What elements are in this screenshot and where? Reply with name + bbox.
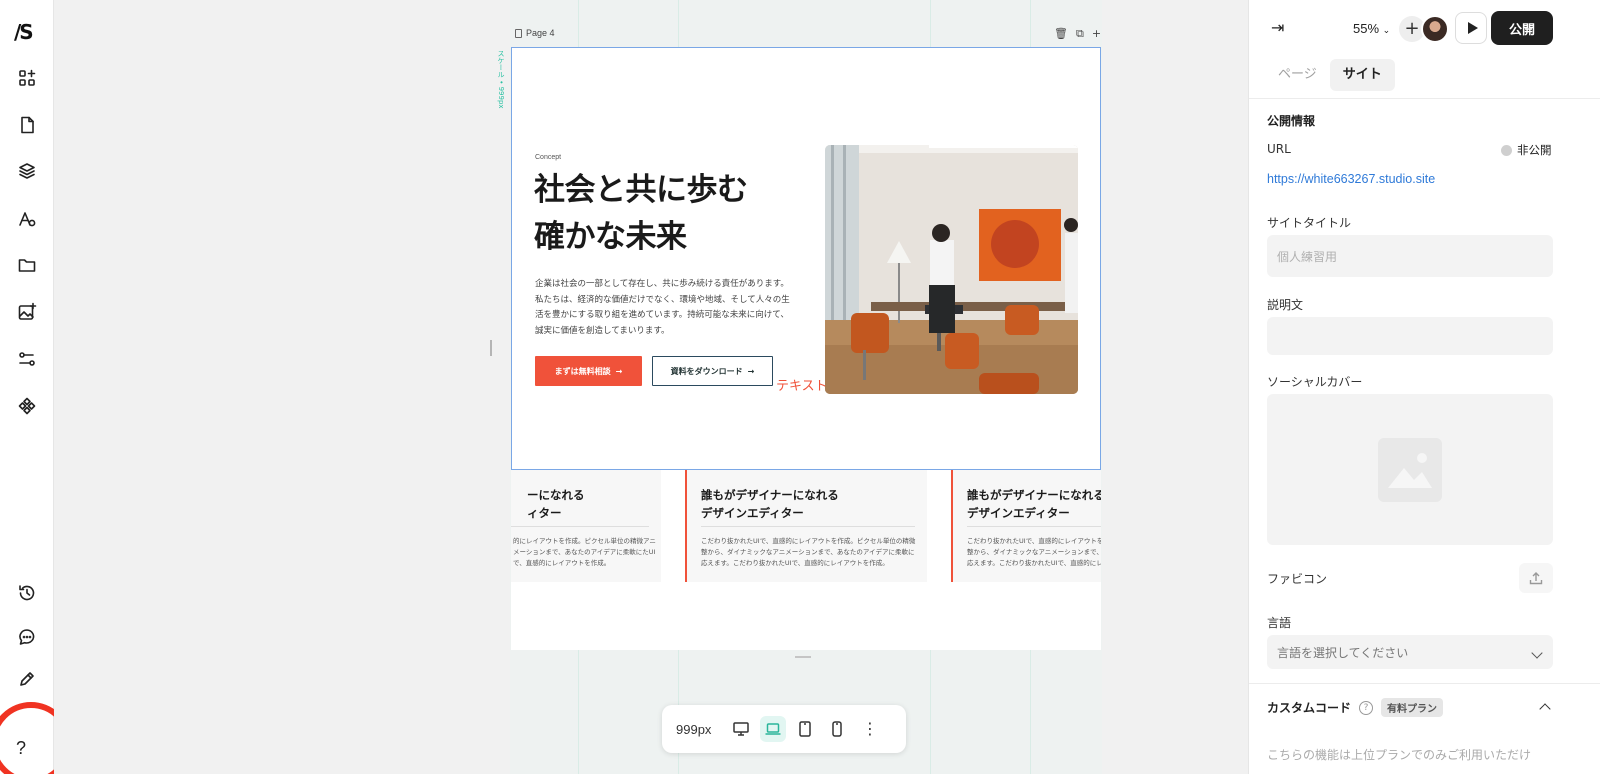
history-icon[interactable] xyxy=(15,581,39,605)
favicon-upload-button[interactable] xyxy=(1519,563,1553,593)
feature-cards-section[interactable]: ーになれる ィター 的にレイアウトを作成。ピクセル単位の精微アニメーションまで、… xyxy=(511,470,1101,582)
duplicate-icon[interactable]: ⧉ xyxy=(1076,27,1084,41)
floating-text-element[interactable]: テキスト xyxy=(776,375,828,394)
page-preview[interactable]: Concept 社会と共に歩む 確かな未来 企業は社会の一部として存在し、共に歩… xyxy=(511,47,1101,650)
feature-card[interactable]: 誰もがデザイナーになれる デザインエディター こだわり抜かれたUIで、直感的にレ… xyxy=(951,470,1101,582)
description-input[interactable] xyxy=(1267,317,1553,355)
zoom-select[interactable]: 55% ⌄ xyxy=(1353,21,1390,36)
width-display[interactable]: 999px xyxy=(676,722,722,737)
arrow-right-icon: → xyxy=(615,366,623,376)
left-sidebar: /S ? xyxy=(0,0,54,774)
hero-title[interactable]: 社会と共に歩む 確かな未来 xyxy=(534,167,794,261)
site-title-label: サイトタイトル xyxy=(1267,216,1352,230)
image-placeholder-icon xyxy=(1378,437,1442,502)
add-image-icon[interactable] xyxy=(15,300,39,324)
tab-site[interactable]: サイト xyxy=(1329,59,1395,91)
social-cover-label: ソーシャルカバー xyxy=(1267,375,1363,389)
mobile-icon[interactable] xyxy=(824,716,850,742)
breakpoint-toolbar: 999px ⋮ xyxy=(662,705,906,753)
hero-body-text[interactable]: 企業は社会の一部として存在し、共に歩み続ける責任があります。私たちは、経済的な価… xyxy=(535,277,795,339)
favicon-label: ファビコン xyxy=(1267,572,1328,586)
help-button[interactable]: ? xyxy=(16,738,26,759)
chevron-up-icon[interactable] xyxy=(1539,703,1551,715)
help-icon[interactable]: ? xyxy=(1359,700,1374,715)
publish-status: 非公開 xyxy=(1501,142,1552,158)
tablet-icon[interactable] xyxy=(792,716,818,742)
play-icon xyxy=(1467,22,1478,34)
arrow-right-icon: → xyxy=(747,366,755,376)
studio-logo[interactable]: /S xyxy=(14,20,40,44)
feature-card[interactable]: ーになれる ィター 的にレイアウトを作成。ピクセル単位の精微アニメーションまで、… xyxy=(511,470,661,582)
page-icon[interactable] xyxy=(15,113,39,137)
tab-page[interactable]: ページ xyxy=(1265,59,1330,91)
publish-button[interactable]: 公開 xyxy=(1491,11,1553,45)
status-dot-icon xyxy=(1501,144,1512,156)
description-label: 説明文 xyxy=(1267,298,1304,312)
scale-indicator: スケール • 999px xyxy=(497,50,505,109)
avatar[interactable] xyxy=(1421,15,1449,43)
upload-icon xyxy=(1529,572,1543,585)
pencil-icon[interactable] xyxy=(15,667,39,691)
preview-button[interactable] xyxy=(1455,12,1487,44)
layers-icon[interactable] xyxy=(15,159,39,183)
top-toolbar: ⇥ 55% ⌄ + 公開 xyxy=(1249,0,1600,56)
laptop-icon[interactable] xyxy=(760,716,786,742)
hero-eyebrow[interactable]: Concept xyxy=(535,154,561,161)
font-style-icon[interactable] xyxy=(15,207,39,231)
right-settings-panel: ⇥ 55% ⌄ + 公開 ページ サイト 公開情報 URL 非公開 https:… xyxy=(1248,0,1600,774)
hero-office-photo[interactable] xyxy=(825,145,1078,394)
page-tools: 🗑 ⧉ + xyxy=(1054,27,1101,41)
language-label: 言語 xyxy=(1267,616,1292,630)
components-icon[interactable] xyxy=(15,394,39,418)
add-section-icon[interactable] xyxy=(15,66,39,90)
paid-plan-badge: 有料プラン xyxy=(1381,698,1444,717)
resize-handle-bottom[interactable] xyxy=(795,656,811,658)
url-label: URL xyxy=(1267,142,1291,156)
chevron-down-icon xyxy=(1531,647,1543,659)
page-name-label[interactable]: Page 4 xyxy=(515,28,555,38)
comment-icon[interactable] xyxy=(15,625,39,649)
panel-tabs: ページ サイト xyxy=(1265,59,1395,91)
language-select[interactable]: 言語を選択してください xyxy=(1267,635,1553,669)
site-url-link[interactable]: https://white663267.studio.site xyxy=(1267,172,1435,186)
custom-code-note: こちらの機能は上位プランでのみご利用いただけ xyxy=(1267,748,1532,762)
download-materials-button[interactable]: 資料をダウンロード → xyxy=(652,356,773,386)
folder-icon[interactable] xyxy=(15,253,39,277)
cms-icon[interactable] xyxy=(15,347,39,371)
publish-info-heading: 公開情報 xyxy=(1267,114,1316,128)
chevron-down-icon: ⌄ xyxy=(1382,25,1391,35)
editor-canvas[interactable]: Page 4 🗑 ⧉ + スケール • 999px Concept 社会と共に歩… xyxy=(54,0,1272,774)
desktop-icon[interactable] xyxy=(728,716,754,742)
add-page-icon[interactable]: + xyxy=(1092,27,1101,41)
free-consultation-button[interactable]: まずは無料相談 → xyxy=(535,356,642,386)
social-cover-upload[interactable] xyxy=(1267,394,1553,545)
custom-code-header[interactable]: カスタムコード ? 有料プラン xyxy=(1267,698,1444,717)
collapse-panel-icon[interactable]: ⇥ xyxy=(1271,18,1284,37)
page-doc-icon xyxy=(515,28,522,38)
site-title-input[interactable]: 個人練習用 xyxy=(1267,235,1553,277)
delete-icon[interactable]: 🗑 xyxy=(1054,27,1068,41)
more-options-icon[interactable]: ⋮ xyxy=(862,721,878,737)
resize-handle-left[interactable] xyxy=(490,340,492,356)
feature-card[interactable]: 誰もがデザイナーになれる デザインエディター こだわり抜かれたUIで、直感的にレ… xyxy=(685,470,927,582)
